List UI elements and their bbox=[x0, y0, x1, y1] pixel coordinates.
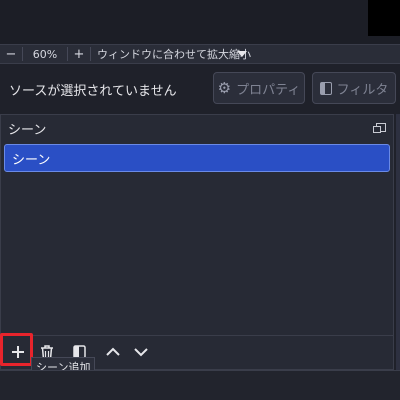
move-scene-down-button[interactable] bbox=[129, 340, 153, 364]
preview-canvas bbox=[368, 0, 400, 36]
scenes-dock: シーン シーン bbox=[0, 114, 394, 370]
float-icon[interactable] bbox=[373, 123, 386, 133]
scenes-dock-header: シーン bbox=[1, 115, 393, 141]
filters-button-label: フィルタ bbox=[336, 82, 389, 98]
chevron-up-icon bbox=[106, 347, 120, 356]
chevron-down-icon bbox=[237, 51, 247, 57]
filter-icon bbox=[319, 81, 332, 95]
scene-list: シーン bbox=[1, 141, 393, 337]
preview-area bbox=[0, 0, 400, 44]
move-scene-up-button[interactable] bbox=[101, 340, 125, 364]
properties-button-label: プロパティ bbox=[236, 82, 301, 98]
zoom-mode-dropdown[interactable] bbox=[231, 51, 253, 57]
scenes-dock-title: シーン bbox=[8, 122, 47, 138]
zoom-value: 60% bbox=[32, 47, 58, 61]
add-scene-highlight bbox=[0, 333, 33, 366]
adjacent-dock-edge bbox=[396, 114, 400, 370]
no-source-selected-label: ソースが選択されていません bbox=[9, 84, 177, 99]
gear-icon: ⚙ bbox=[217, 78, 232, 97]
zoom-out-button[interactable]: − bbox=[0, 45, 22, 63]
chevron-down-icon bbox=[134, 348, 148, 357]
filters-button[interactable]: フィルタ bbox=[312, 72, 396, 104]
scene-list-item[interactable]: シーン bbox=[4, 144, 390, 172]
source-toolbar: ソースが選択されていません ⚙ プロパティ フィルタ bbox=[0, 66, 400, 110]
zoom-mode-label[interactable]: ウィンドウに合わせて拡大縮小 bbox=[91, 46, 251, 62]
properties-button[interactable]: ⚙ プロパティ bbox=[213, 72, 305, 104]
zoom-in-button[interactable]: + bbox=[68, 45, 90, 63]
bottom-panel bbox=[0, 370, 400, 400]
zoom-bar: − 60% + ウィンドウに合わせて拡大縮小 bbox=[0, 44, 400, 64]
